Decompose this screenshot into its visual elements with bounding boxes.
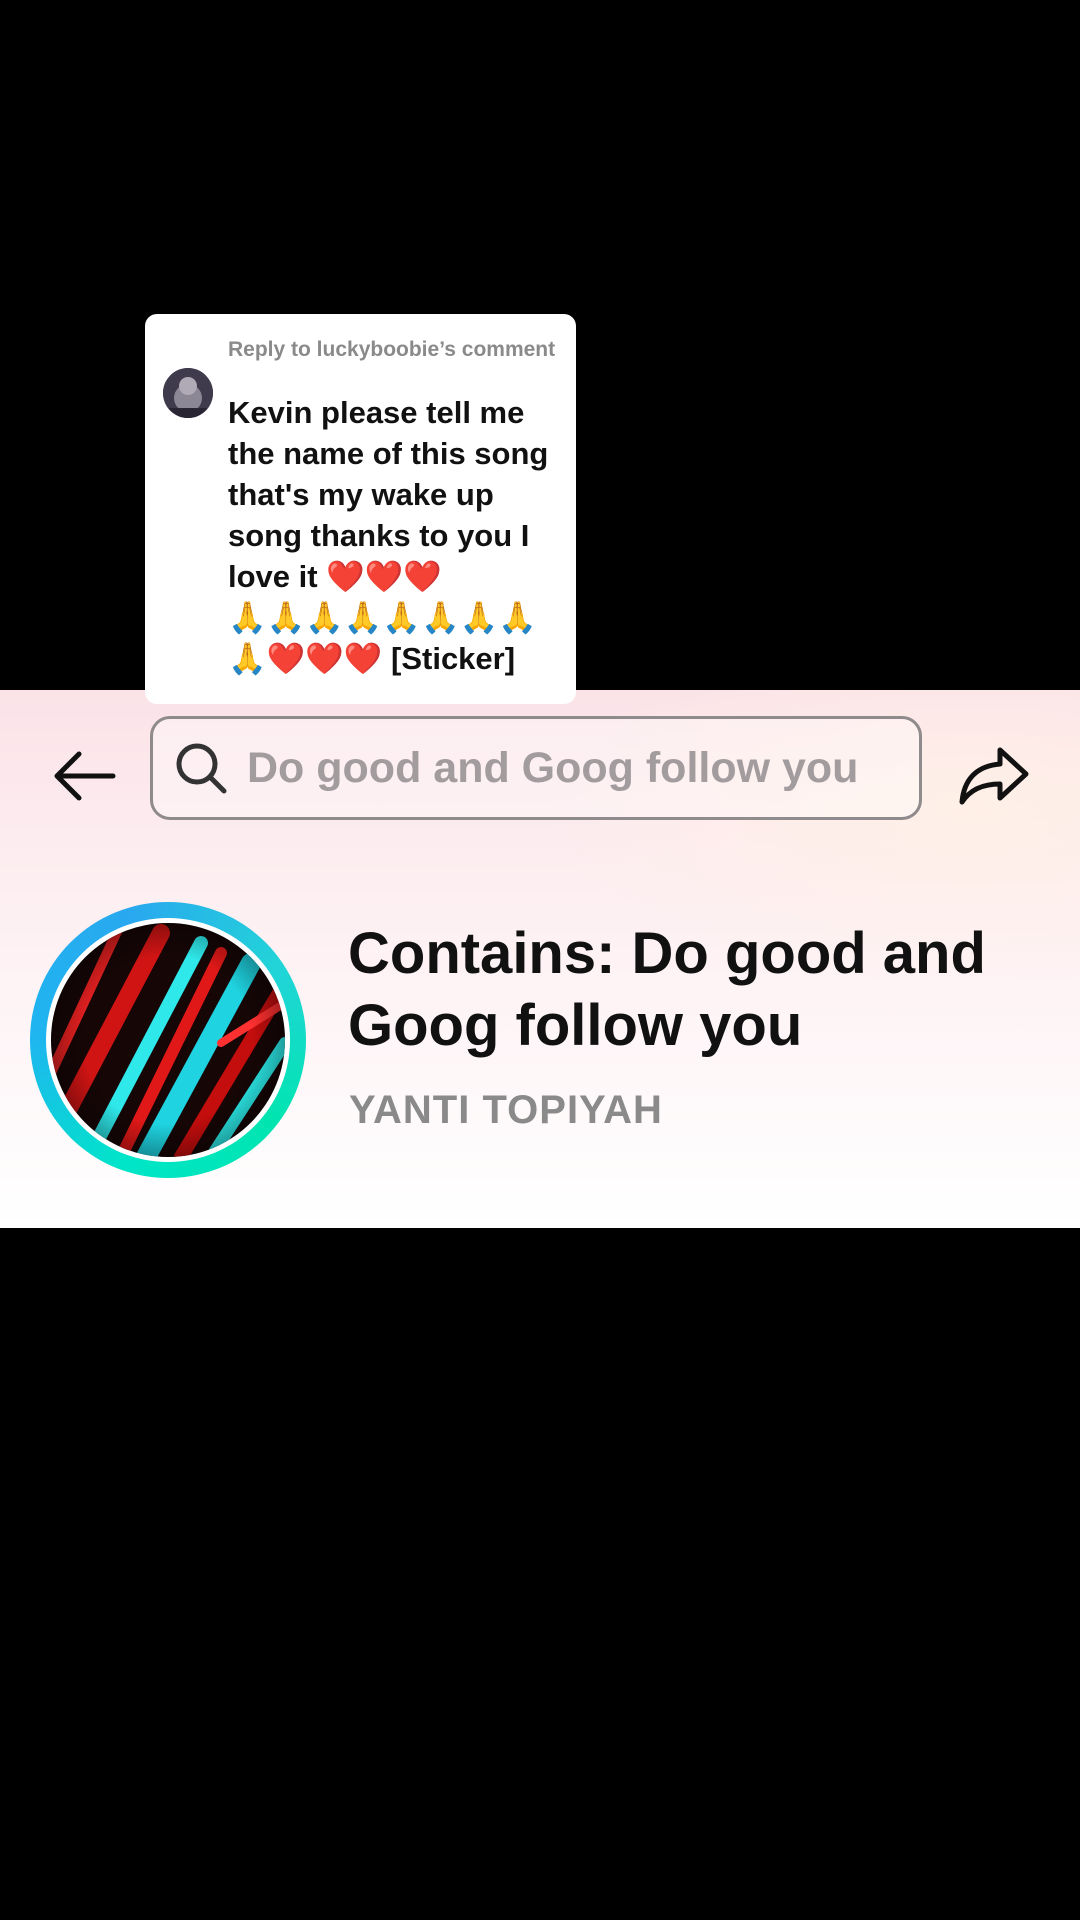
reply-comment-text: Kevin please tell me the name of this so… [228, 395, 549, 676]
search-icon [173, 740, 229, 796]
back-button[interactable] [44, 736, 124, 816]
album-cover[interactable] [30, 902, 306, 1178]
reply-header: Reply to luckyboobie’s comment [228, 338, 556, 361]
search-input[interactable]: Do good and Goog follow you [150, 716, 922, 820]
share-button[interactable] [952, 736, 1036, 816]
album-art-image [51, 923, 285, 1157]
commenter-avatar [163, 368, 213, 418]
artist-name[interactable]: YANTI TOPIYAH [349, 1088, 663, 1133]
reply-comment-card[interactable]: Reply to luckyboobie’s comment Kevin ple… [145, 314, 576, 704]
share-arrow-icon [959, 747, 1029, 805]
video-screen: Do good and Goog follow you Contains: Do… [0, 0, 1080, 1920]
search-query-text: Do good and Goog follow you [247, 743, 859, 792]
music-panel: Do good and Goog follow you Contains: Do… [0, 690, 1080, 1228]
arrow-left-icon [54, 751, 116, 801]
song-title: Contains: Do good and Goog follow you [348, 921, 986, 1058]
